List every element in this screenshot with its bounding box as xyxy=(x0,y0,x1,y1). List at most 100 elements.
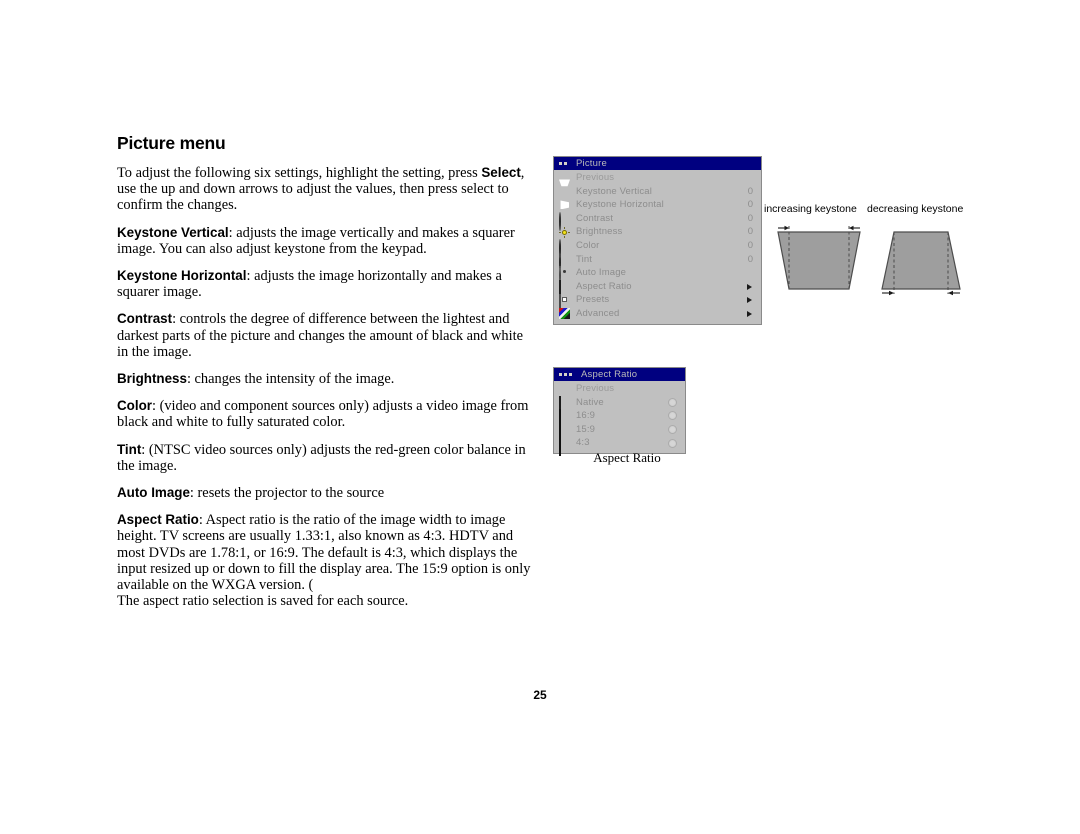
aspect-menu-label: Native xyxy=(576,396,604,408)
aspect-menu-label: 4:3 xyxy=(576,437,590,449)
term-contrast: Contrast xyxy=(117,311,173,327)
intro-part-1: To adjust the following six settings, hi… xyxy=(117,165,482,181)
picture-menu-value: 0 xyxy=(747,226,753,238)
term-aspect-ratio: Aspect Ratio xyxy=(117,512,199,528)
picture-menu-item-contrast[interactable]: Contrast 0 xyxy=(554,212,761,232)
aspect-menu-titlebar: Aspect Ratio xyxy=(554,368,685,381)
brightness-icon xyxy=(559,227,570,238)
page-number: 25 xyxy=(533,688,547,702)
aspect-menu-previous-label: Previous xyxy=(576,383,615,394)
desc-aspect-ratio-continuation: The aspect ratio selection is saved for … xyxy=(117,593,409,610)
picture-menu-label: Contrast xyxy=(576,212,614,224)
aspect-menu-label: 15:9 xyxy=(576,423,596,435)
picture-menu-value: 0 xyxy=(747,199,753,211)
page-indicator-dots-icon xyxy=(559,373,572,376)
radio-button-15-9[interactable] xyxy=(668,425,677,435)
radio-button-native[interactable] xyxy=(668,397,677,407)
desc-tint: : (NTSC video sources only) adjusts the … xyxy=(117,441,526,474)
picture-menu-label: Auto Image xyxy=(576,267,627,279)
picture-menu-label: Advanced xyxy=(576,307,620,319)
picture-menu-value: 0 xyxy=(747,239,753,251)
keystone-horizontal-icon xyxy=(559,199,570,210)
aspect-menu-item-4-3[interactable]: 4:3 xyxy=(554,436,685,456)
radio-button-4-3[interactable] xyxy=(668,438,677,448)
aspect-menu-items: Previous Native 16:9 15:9 4:3 xyxy=(554,381,685,456)
black-swatch-icon xyxy=(559,423,570,443)
term-color: Color xyxy=(117,398,152,414)
picture-menu-item-keystone-horizontal[interactable]: Keystone Horizontal 0 xyxy=(554,198,761,212)
increasing-keystone-shape xyxy=(777,225,861,290)
radio-button-16-9[interactable] xyxy=(668,411,677,421)
paragraph-keystone-horizontal: Keystone Horizontal: adjusts the image h… xyxy=(117,268,537,300)
picture-menu-item-advanced[interactable]: Advanced xyxy=(554,307,761,321)
paragraph-tint: Tint: (NTSC video sources only) adjusts … xyxy=(117,442,537,474)
picture-menu-label: Color xyxy=(576,239,600,251)
chevron-right-icon xyxy=(747,310,752,317)
page-indicator-dots-icon xyxy=(559,162,567,165)
picture-menu-label: Tint xyxy=(576,253,593,265)
contrast-icon xyxy=(559,212,570,232)
picture-menu-item-keystone-vertical[interactable]: Keystone Vertical 0 xyxy=(554,185,761,199)
term-tint: Tint xyxy=(117,441,142,457)
aspect-menu-item-native[interactable]: Native xyxy=(554,395,685,415)
picture-menu-label: Presets xyxy=(576,294,610,306)
advanced-icon xyxy=(559,308,570,319)
paragraph-keystone-vertical: Keystone Vertical: adjusts the image ver… xyxy=(117,225,537,257)
picture-menu-label: Keystone Horizontal xyxy=(576,199,664,211)
aspect-menu-item-previous[interactable]: Previous xyxy=(554,382,685,396)
picture-menu-title: Picture xyxy=(576,158,607,169)
picture-menu-item-color[interactable]: Color 0 xyxy=(554,239,761,259)
keystone-diagrams-svg xyxy=(777,225,961,296)
picture-menu-value: 0 xyxy=(747,253,753,265)
picture-menu-label: Keystone Vertical xyxy=(576,185,652,197)
desc-brightness: : changes the intensity of the image. xyxy=(186,371,395,388)
term-keystone-vertical: Keystone Vertical xyxy=(117,224,229,240)
decreasing-keystone-label: decreasing keystone xyxy=(867,203,964,215)
black-swatch-icon xyxy=(559,409,570,429)
page-title: Picture menu xyxy=(117,133,226,153)
chevron-right-icon xyxy=(747,297,752,304)
presets-icon xyxy=(559,293,570,313)
picture-menu-value: 0 xyxy=(747,212,753,224)
picture-menu-item-tint[interactable]: Tint 0 xyxy=(554,252,761,272)
term-keystone-horizontal: Keystone Horizontal xyxy=(117,268,247,284)
picture-menu-titlebar: Picture xyxy=(554,157,761,170)
picture-menu-item-aspect-ratio[interactable]: Aspect Ratio xyxy=(554,280,761,300)
aspect-menu-title: Aspect Ratio xyxy=(581,369,638,380)
term-auto-image: Auto Image xyxy=(117,485,190,501)
picture-menu-item-brightness[interactable]: Brightness 0 xyxy=(554,225,761,239)
picture-menu-items: Previous Keystone Vertical 0 Keystone Ho… xyxy=(554,170,761,324)
picture-menu-label: Aspect Ratio xyxy=(576,280,632,292)
intro-bold-select: Select xyxy=(481,165,521,180)
aspect-menu-item-15-9[interactable]: 15:9 xyxy=(554,423,685,443)
aspect-ratio-osd-menu[interactable]: Aspect Ratio Previous Native 16:9 15:9 4… xyxy=(553,367,686,456)
picture-menu-item-auto-image[interactable]: Auto Image xyxy=(554,266,761,286)
increasing-keystone-label: increasing keystone xyxy=(764,203,857,215)
picture-menu-value: 0 xyxy=(747,185,753,197)
auto-image-icon xyxy=(559,266,570,286)
paragraph-auto-image: Auto Image: resets the projector to the … xyxy=(117,485,537,501)
black-swatch-icon xyxy=(559,436,570,456)
paragraph-brightness: Brightness: changes the intensity of the… xyxy=(117,371,537,387)
aspect-ratio-icon xyxy=(559,280,570,300)
paragraph-intro: To adjust the following six settings, hi… xyxy=(117,165,537,214)
keystone-vertical-icon xyxy=(559,186,570,197)
picture-menu-item-presets[interactable]: Presets xyxy=(554,293,761,313)
desc-auto-image: : resets the projector to the source xyxy=(189,485,385,502)
desc-contrast: : controls the degree of difference betw… xyxy=(117,311,523,360)
picture-osd-menu[interactable]: Picture Previous Keystone Vertical 0 Key… xyxy=(553,156,762,325)
picture-menu-previous-label: Previous xyxy=(576,172,615,183)
aspect-ratio-figure-caption: Aspect Ratio xyxy=(593,450,661,465)
paragraph-contrast: Contrast: controls the degree of differe… xyxy=(117,311,537,360)
paragraph-color: Color: (video and component sources only… xyxy=(117,398,537,430)
desc-color: : (video and component sources only) adj… xyxy=(117,398,529,431)
tint-icon xyxy=(559,252,570,272)
picture-menu-item-previous[interactable]: Previous xyxy=(554,171,761,185)
article-body: Picture menu To adjust the following six… xyxy=(117,133,537,609)
decreasing-keystone-shape xyxy=(881,231,961,296)
term-brightness: Brightness xyxy=(117,371,187,387)
chevron-right-icon xyxy=(747,283,752,290)
white-swatch-icon xyxy=(559,395,570,415)
aspect-menu-item-16-9[interactable]: 16:9 xyxy=(554,409,685,429)
keystone-illustration: increasing keystone decreasing keystone xyxy=(760,203,975,303)
